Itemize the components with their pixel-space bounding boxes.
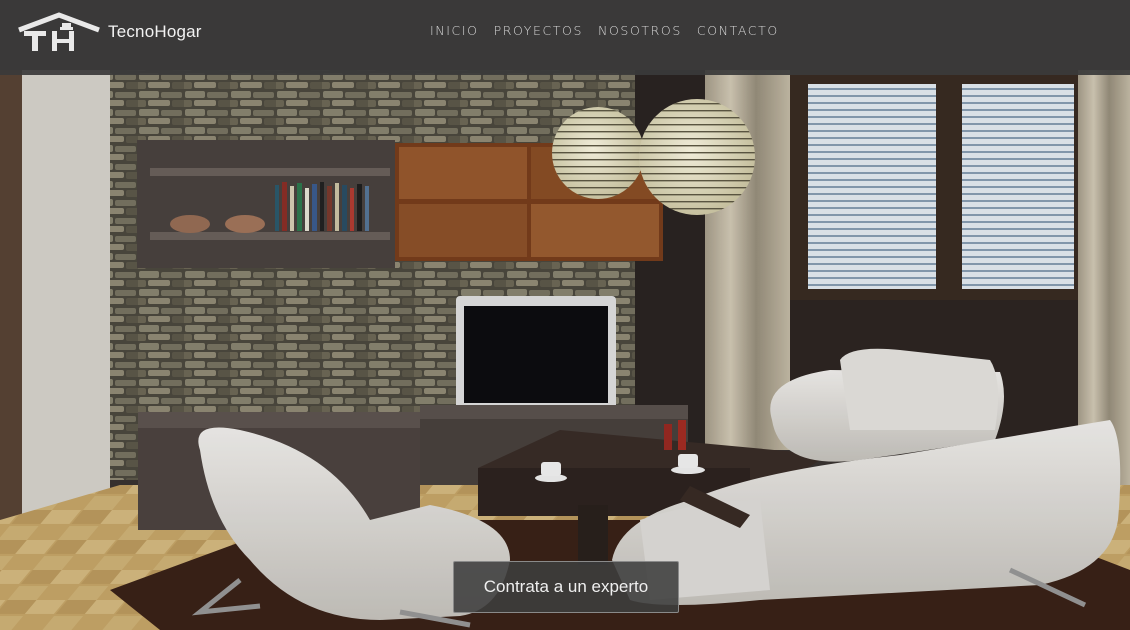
- nav-item-contacto: CONTACTO: [697, 22, 779, 40]
- nav-link-nosotros[interactable]: NOSOTROS: [598, 23, 682, 38]
- nav-item-nosotros: NOSOTROS: [598, 22, 682, 40]
- nav-link-inicio[interactable]: INICIO: [430, 23, 479, 38]
- brand-link[interactable]: TecnoHogar: [16, 12, 202, 52]
- house-logo-icon: [18, 12, 100, 51]
- living-room-illustration: [0, 0, 1130, 630]
- hero-image: [0, 0, 1130, 630]
- main-nav: INICIO PROYECTOS NOSOTROS CONTACTO: [430, 22, 794, 40]
- nav-item-inicio: INICIO: [430, 22, 479, 40]
- hire-expert-button[interactable]: Contrata a un experto: [453, 561, 679, 613]
- nav-link-contacto[interactable]: CONTACTO: [697, 23, 779, 38]
- top-navbar: TecnoHogar INICIO PROYECTOS NOSOTROS CON…: [0, 0, 1130, 75]
- brand-name: TecnoHogar: [108, 22, 202, 41]
- nav-link-proyectos[interactable]: PROYECTOS: [494, 23, 583, 38]
- nav-item-proyectos: PROYECTOS: [494, 22, 583, 40]
